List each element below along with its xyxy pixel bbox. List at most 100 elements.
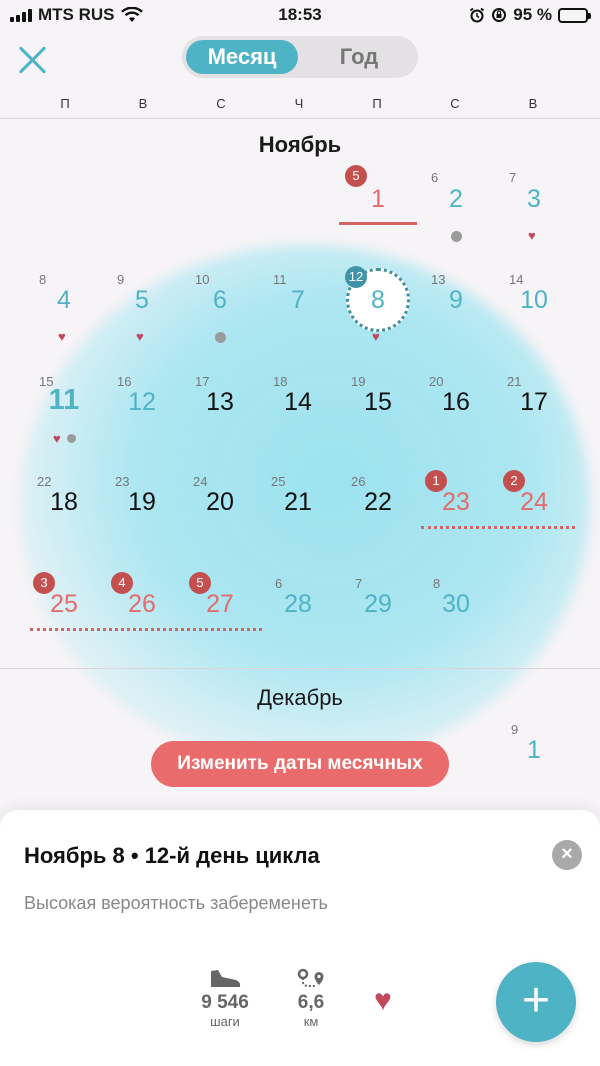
day-cell[interactable]: 5 27 — [181, 572, 259, 672]
day-number: 18 — [50, 488, 78, 516]
sneaker-icon — [211, 970, 241, 987]
day-cell[interactable]: 14 10 — [495, 268, 573, 368]
day-cell[interactable]: 24 20 — [181, 470, 259, 570]
month-title: Декабрь — [257, 685, 343, 710]
day-cell[interactable]: 4 26 — [103, 572, 181, 672]
fertility-status: Высокая вероятность забеременеть — [24, 893, 328, 913]
day-number: 10 — [520, 286, 548, 314]
day-cell[interactable]: 9 1 — [495, 718, 573, 818]
day-cell[interactable]: 8 4 ♥ — [25, 268, 103, 368]
day-cell[interactable]: 7 29 — [339, 572, 417, 672]
day-details-sheet: Ноябрь 8 • 12-й день цикла × Высокая вер… — [0, 810, 600, 1066]
alarm-icon — [470, 7, 485, 23]
day-cell[interactable]: 7 3 ♥ — [495, 165, 573, 265]
view-segmented-control: Месяц Год — [182, 36, 418, 78]
cycle-day: 6 — [275, 576, 283, 591]
day-number: 6 — [213, 286, 227, 314]
day-cell[interactable]: 16 12 — [103, 370, 181, 470]
day-number: 11 — [48, 384, 80, 416]
day-cell[interactable]: 3 25 — [25, 572, 103, 672]
predicted-period-line — [421, 526, 575, 529]
cycle-day: 20 — [429, 374, 444, 389]
battery-percent: 95 % — [513, 5, 552, 24]
note-dot — [451, 231, 462, 242]
status-bar: MTS RUS 18:53 95 % — [0, 0, 600, 30]
day-cell[interactable]: 2 24 — [495, 470, 573, 570]
cycle-day: 17 — [195, 374, 210, 389]
cycle-day: 24 — [193, 474, 208, 489]
day-cell-selected[interactable]: 12 8 ♥ — [339, 266, 417, 368]
steps-value: 9 546 — [201, 992, 249, 1013]
day-number: 7 — [291, 286, 305, 314]
day-cell[interactable]: 21 17 — [495, 370, 573, 470]
edit-period-dates-button[interactable]: Изменить даты месячных — [151, 741, 449, 787]
steps-stat[interactable]: 9 546 шаги — [194, 968, 256, 1029]
cycle-day: 16 — [117, 374, 132, 389]
day-cell[interactable]: 20 16 — [417, 370, 495, 470]
day-cell[interactable]: 9 5 ♥ — [103, 268, 181, 368]
day-number: 3 — [527, 185, 541, 213]
add-button[interactable]: + — [496, 962, 576, 1042]
day-number: 1 — [527, 736, 541, 764]
day-number: 27 — [206, 590, 234, 618]
heart-icon: ♥ — [58, 329, 66, 344]
close-sheet-icon[interactable]: × — [552, 840, 582, 870]
day-number: 21 — [284, 488, 312, 516]
cycle-day: 13 — [431, 272, 446, 287]
cycle-day: 10 — [195, 272, 210, 287]
day-cell[interactable]: 25 21 — [259, 470, 337, 570]
day-cell[interactable]: 11 7 — [259, 268, 337, 368]
day-cell[interactable]: 6 28 — [259, 572, 337, 672]
cycle-day: 18 — [273, 374, 288, 389]
app: MTS RUS 18:53 95 % Месяц Год П В С Ч П С… — [0, 0, 600, 1066]
tab-year[interactable]: Год — [304, 40, 414, 74]
day-number: 8 — [371, 286, 385, 314]
battery-icon — [558, 7, 591, 23]
distance-stat[interactable]: 6,6 км — [288, 968, 334, 1029]
note-dot — [215, 332, 226, 343]
weekday-label: С — [216, 96, 226, 111]
heart-icon[interactable]: ♥ — [374, 984, 392, 1018]
day-cell[interactable]: 13 9 — [417, 268, 495, 368]
day-number: 9 — [449, 286, 463, 314]
day-cell[interactable]: 8 30 — [417, 572, 495, 672]
day-number: 12 — [128, 388, 156, 416]
day-number: 24 — [520, 488, 548, 516]
predicted-period-line — [30, 628, 262, 631]
weekday-label: Ч — [294, 96, 304, 111]
tab-month[interactable]: Месяц — [186, 40, 298, 74]
cycle-badge: 5 — [345, 165, 367, 187]
day-number: 20 — [206, 488, 234, 516]
cycle-day: 8 — [433, 576, 441, 591]
steps-unit: шаги — [210, 1014, 240, 1029]
heart-icon: ♥ — [372, 329, 380, 344]
cycle-day: 11 — [273, 272, 287, 287]
day-cell[interactable]: 5 1 — [339, 165, 417, 265]
day-number: 28 — [284, 590, 312, 618]
day-cell[interactable]: 18 14 — [259, 370, 337, 470]
day-number: 13 — [206, 388, 234, 416]
cycle-day: 25 — [271, 474, 286, 489]
day-number: 16 — [442, 388, 470, 416]
distance-unit: км — [303, 1014, 319, 1029]
day-cell[interactable]: 10 6 — [181, 268, 259, 368]
day-cell[interactable]: 1 23 — [417, 470, 495, 570]
cycle-day: 9 — [117, 272, 125, 287]
day-number: 2 — [449, 185, 463, 213]
day-cell[interactable]: 23 19 — [103, 470, 181, 570]
weekday-label: В — [138, 96, 148, 111]
day-cell[interactable]: 22 18 — [25, 470, 103, 570]
heart-icon: ♥ — [136, 329, 144, 344]
day-cell[interactable]: 6 2 — [417, 165, 495, 265]
rotation-lock-icon — [492, 8, 507, 22]
heart-icon: ♥ — [53, 431, 61, 446]
day-cell[interactable]: 26 22 — [339, 470, 417, 570]
day-number: 14 — [284, 388, 312, 416]
day-cell-today[interactable]: 15 11 ♥ — [25, 370, 103, 470]
cycle-day: 9 — [511, 722, 519, 737]
status-right: 95 % — [469, 5, 591, 25]
day-cell[interactable]: 17 13 — [181, 370, 259, 470]
day-number: 25 — [50, 590, 78, 618]
day-cell[interactable]: 19 15 — [339, 370, 417, 470]
close-icon[interactable] — [14, 42, 50, 78]
